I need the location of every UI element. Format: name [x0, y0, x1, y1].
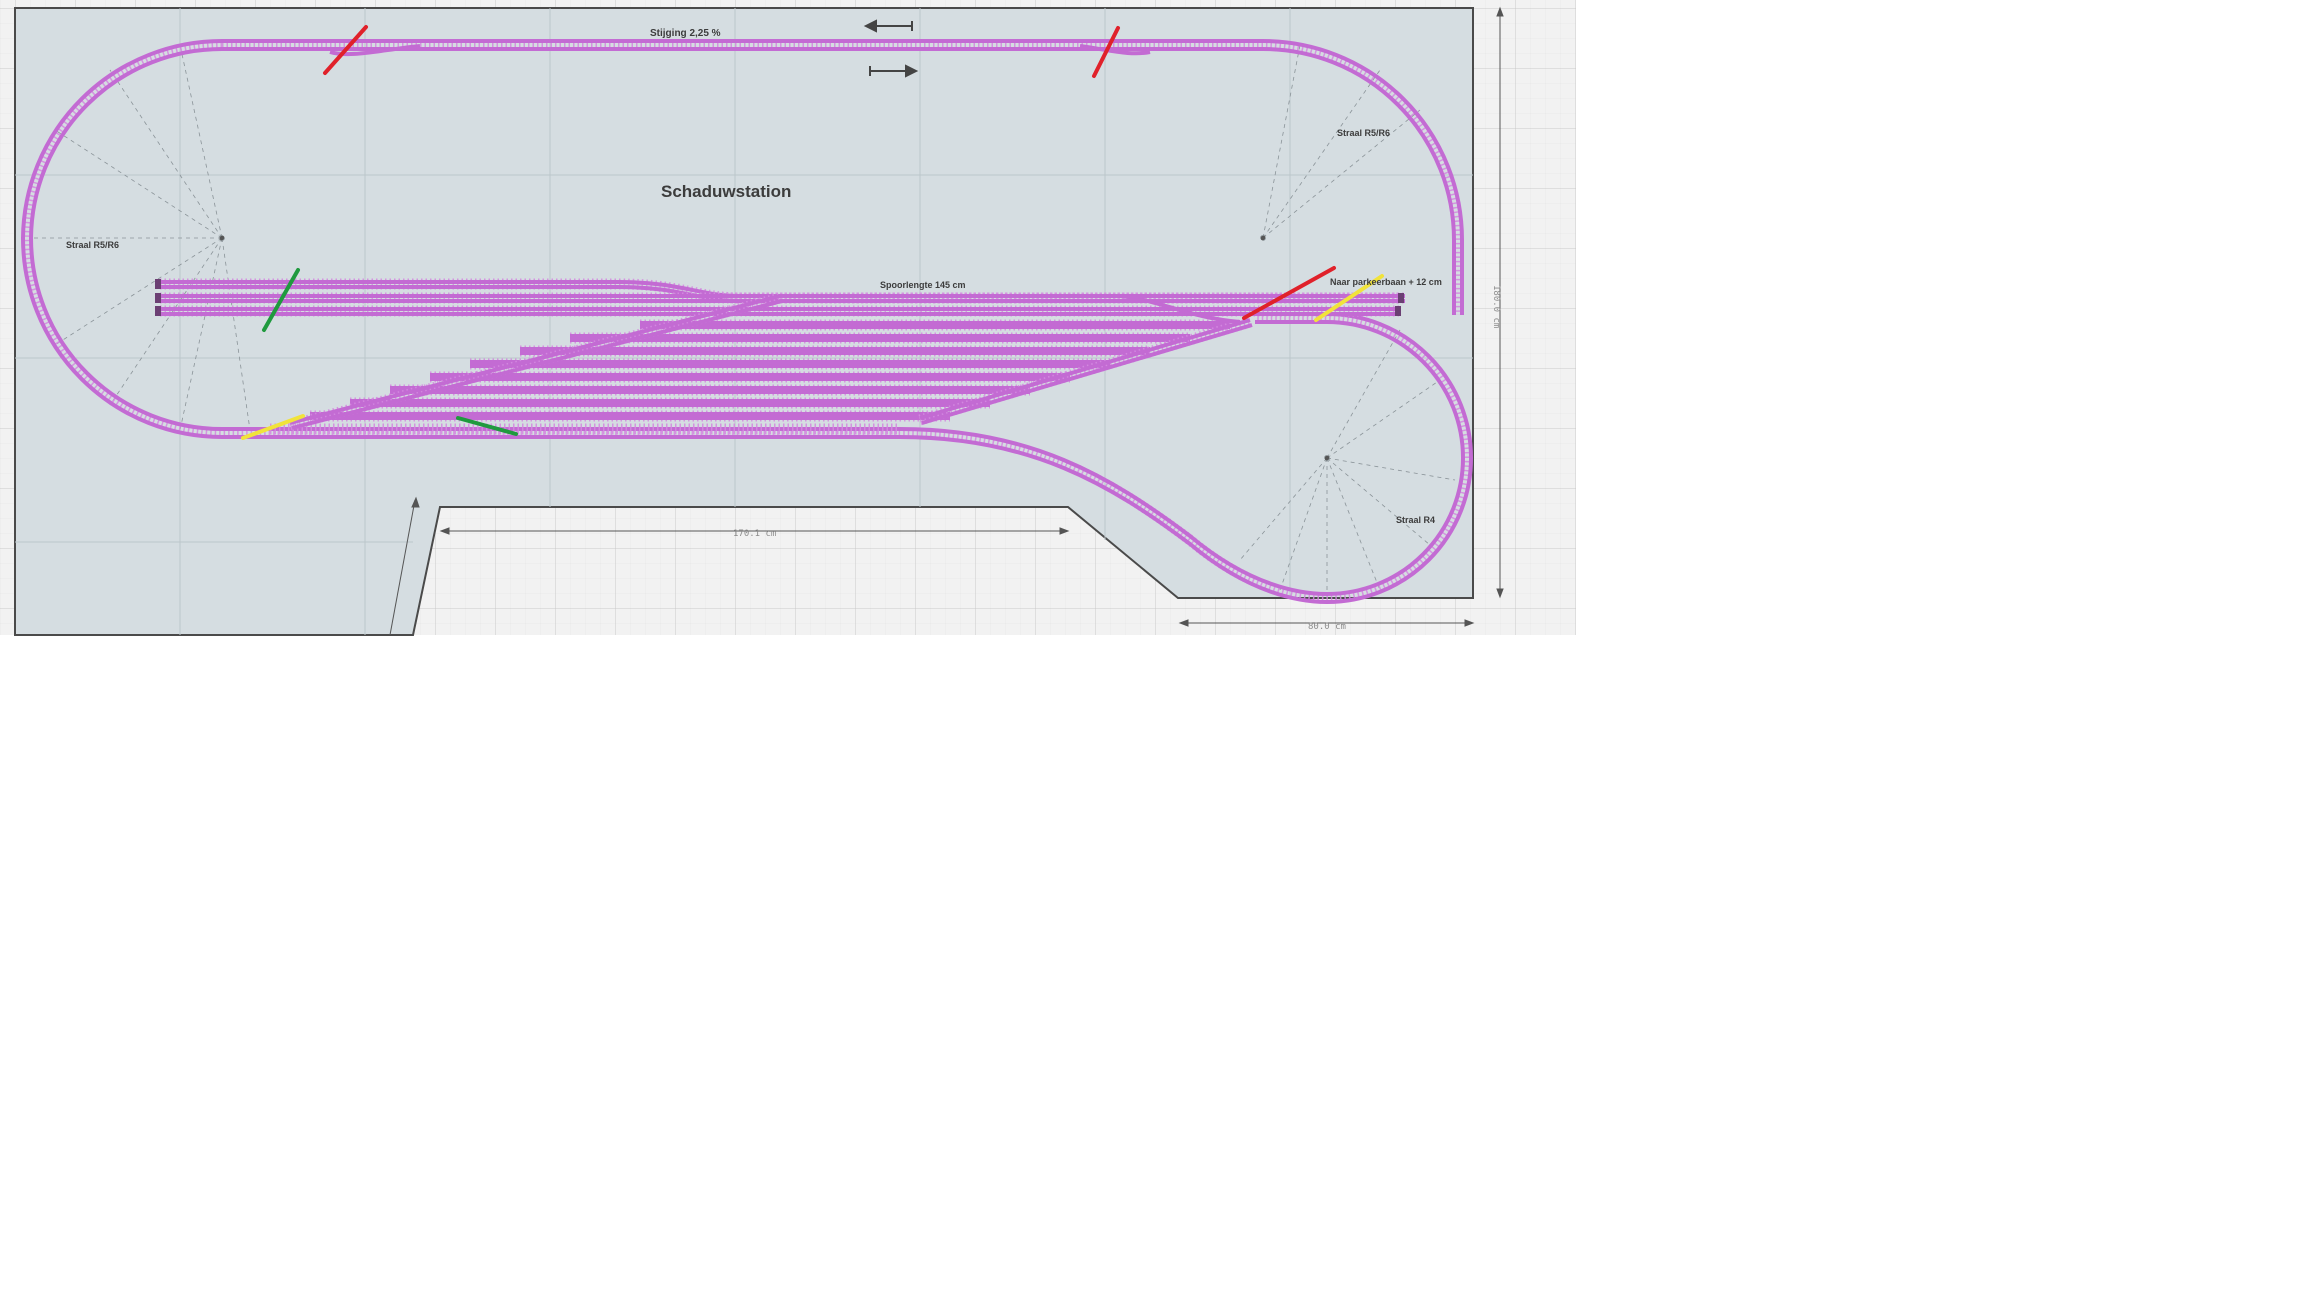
dimension-bottom-width: 80.0 cm: [1308, 622, 1346, 632]
gradient-label: Stijging 2,25 %: [650, 28, 721, 39]
radius-left-label: Straal R5/R6: [66, 240, 119, 250]
track-plan-diagram: Stijging 2,25 % Schaduwstation Spoorleng…: [0, 0, 1576, 636]
radius-right-top-label: Straal R5/R6: [1337, 128, 1390, 138]
track-length-label: Spoorlengte 145 cm: [880, 280, 966, 290]
exit-label: Naar parkeerbaan + 12 cm: [1330, 277, 1442, 287]
dimension-top-width: 170.1 cm: [733, 529, 776, 539]
dimension-height: 180.0 cm: [1491, 285, 1501, 328]
layout-title: Schaduwstation: [661, 182, 791, 201]
radius-right-bottom-label: Straal R4: [1396, 515, 1435, 525]
